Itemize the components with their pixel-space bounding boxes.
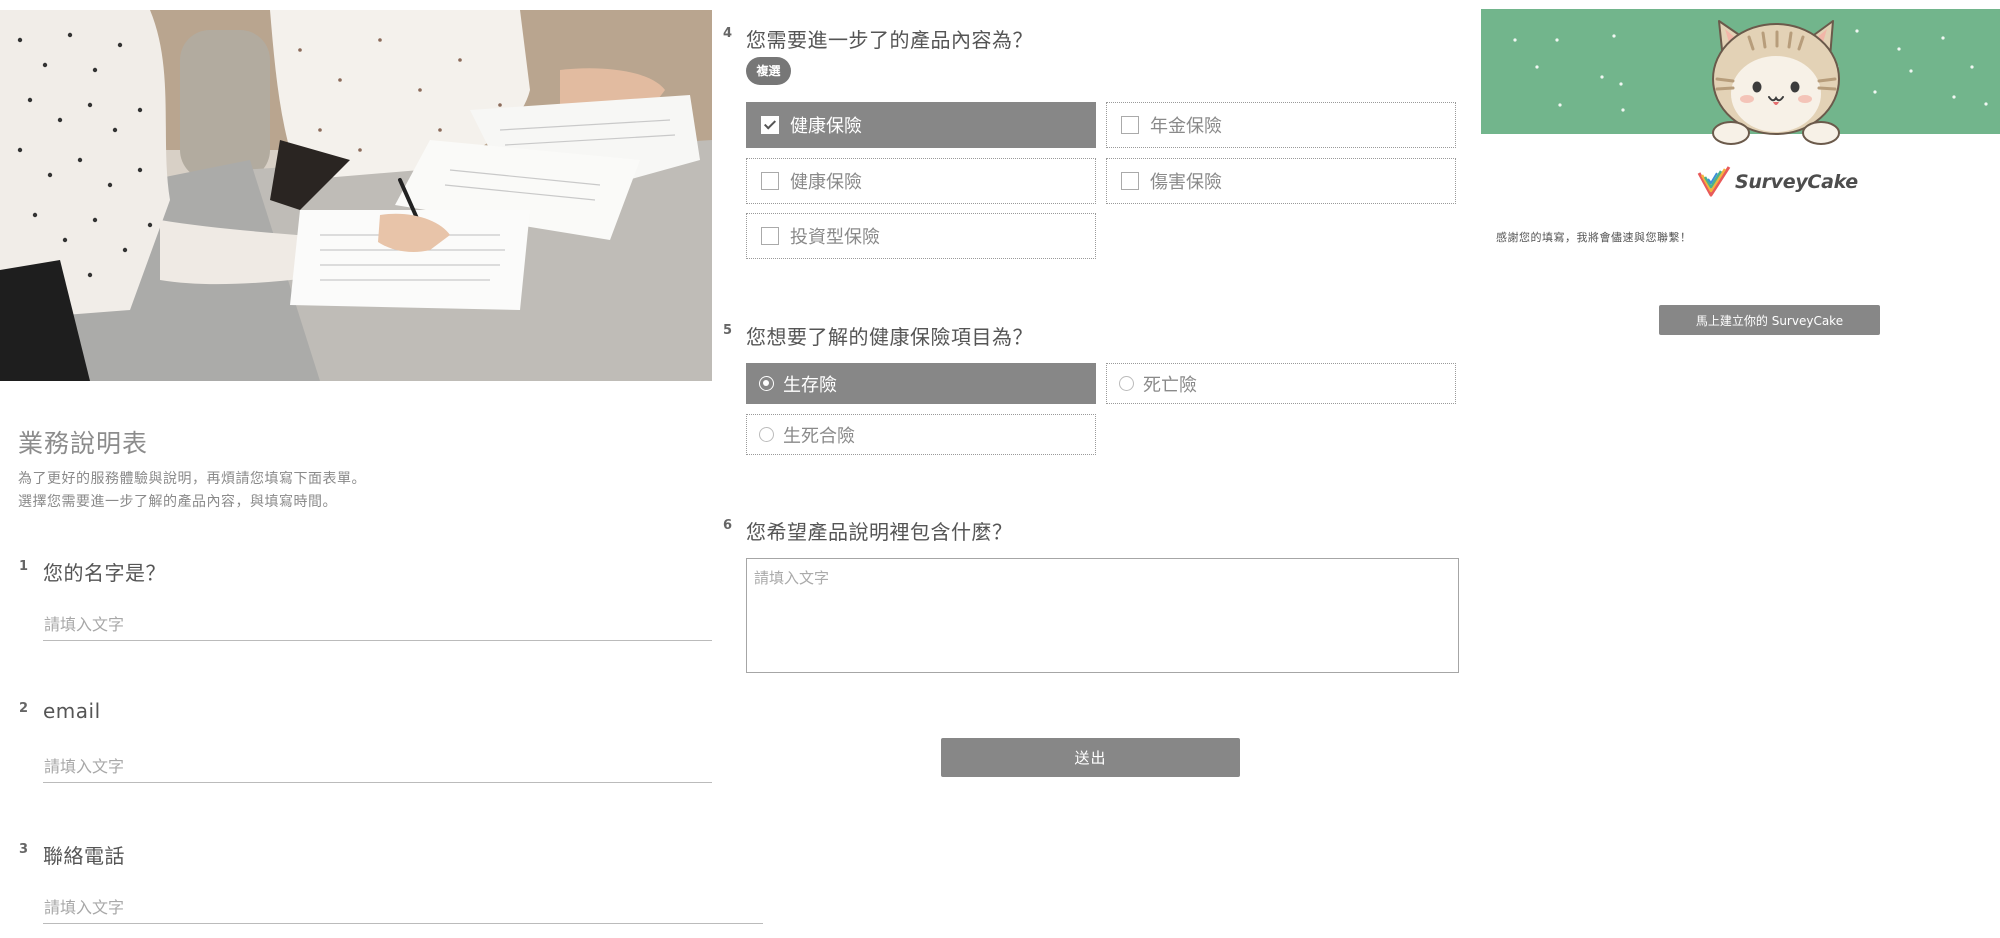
- surveycake-logo-text: SurveyCake: [1735, 171, 1858, 193]
- checkbox-icon[interactable]: [761, 172, 779, 190]
- checkbox-icon[interactable]: [1121, 172, 1139, 190]
- question-number: 6: [723, 518, 733, 533]
- option-label: 年金保險: [1150, 116, 1222, 137]
- question-title: 您的名字是？: [43, 561, 166, 585]
- checkbox-option-annuity-insurance[interactable]: 年金保險: [1106, 102, 1456, 148]
- form-title: 業務說明表: [18, 429, 149, 458]
- question-number: 4: [723, 26, 733, 41]
- office-photo: [0, 10, 712, 381]
- question-title: 您需要進一步了的產品內容為？: [746, 28, 1033, 52]
- form-description: 為了更好的服務體驗與說明，再煩請您填寫下面表單。 選擇您需要進一步了解的產品內容…: [18, 468, 366, 514]
- form-description-line: 為了更好的服務體驗與說明，再煩請您填寫下面表單。: [18, 471, 366, 487]
- question-number: 3: [19, 842, 29, 857]
- phone-input[interactable]: [43, 892, 763, 924]
- question-number: 2: [19, 701, 29, 716]
- question-number: 5: [723, 323, 733, 338]
- radio-option-endowment[interactable]: 生死合險: [746, 414, 1096, 455]
- checkbox-option-health-insurance[interactable]: 健康保險: [746, 102, 1096, 148]
- option-label: 傷害保險: [1150, 172, 1222, 193]
- radio-icon[interactable]: [759, 427, 774, 442]
- checkbox-option-health-insurance-2[interactable]: 健康保險: [746, 158, 1096, 204]
- question-title: email: [43, 699, 101, 723]
- option-label: 生死合險: [783, 425, 855, 447]
- cat-mascot-illustration: [1513, 20, 1988, 145]
- radio-icon[interactable]: [1119, 376, 1134, 391]
- hero-image: [0, 10, 712, 381]
- checkbox-option-accident-insurance[interactable]: 傷害保險: [1106, 158, 1456, 204]
- radio-option-death[interactable]: 死亡險: [1106, 363, 1456, 404]
- checkbox-option-investment-insurance[interactable]: 投資型保險: [746, 213, 1096, 259]
- thankyou-banner: [1481, 9, 2000, 145]
- surveycake-logo-icon: [1697, 166, 1731, 197]
- option-label: 健康保險: [790, 116, 862, 137]
- product-description-textarea[interactable]: [746, 558, 1459, 673]
- option-label: 死亡險: [1143, 374, 1197, 396]
- question-title: 您希望產品說明裡包含什麼？: [746, 520, 1013, 544]
- checkbox-checked-icon[interactable]: [761, 116, 779, 134]
- name-input[interactable]: [43, 609, 712, 641]
- option-label: 健康保險: [790, 172, 862, 193]
- radio-option-survival[interactable]: 生存險: [746, 363, 1096, 404]
- checkbox-icon[interactable]: [1121, 116, 1139, 134]
- option-label: 投資型保險: [790, 227, 880, 248]
- form-description-line: 選擇您需要進一步了解的產品內容，與填寫時間。: [18, 494, 337, 510]
- thankyou-message: 感謝您的填寫，我將會儘速與您聯繫！: [1496, 231, 1692, 244]
- create-surveycake-button[interactable]: 馬上建立你的 SurveyCake: [1659, 305, 1880, 335]
- surveycake-logo: SurveyCake: [1697, 163, 1858, 201]
- question-title: 您想要了解的健康保險項目為？: [746, 325, 1033, 349]
- question-number: 1: [19, 559, 29, 574]
- radio-selected-icon[interactable]: [759, 376, 774, 391]
- multi-select-tag: 複選: [746, 57, 791, 85]
- question-title: 聯絡電話: [43, 844, 125, 868]
- checkbox-icon[interactable]: [761, 227, 779, 245]
- submit-button[interactable]: 送出: [941, 738, 1240, 777]
- email-input[interactable]: [43, 751, 712, 783]
- option-label: 生存險: [783, 374, 837, 396]
